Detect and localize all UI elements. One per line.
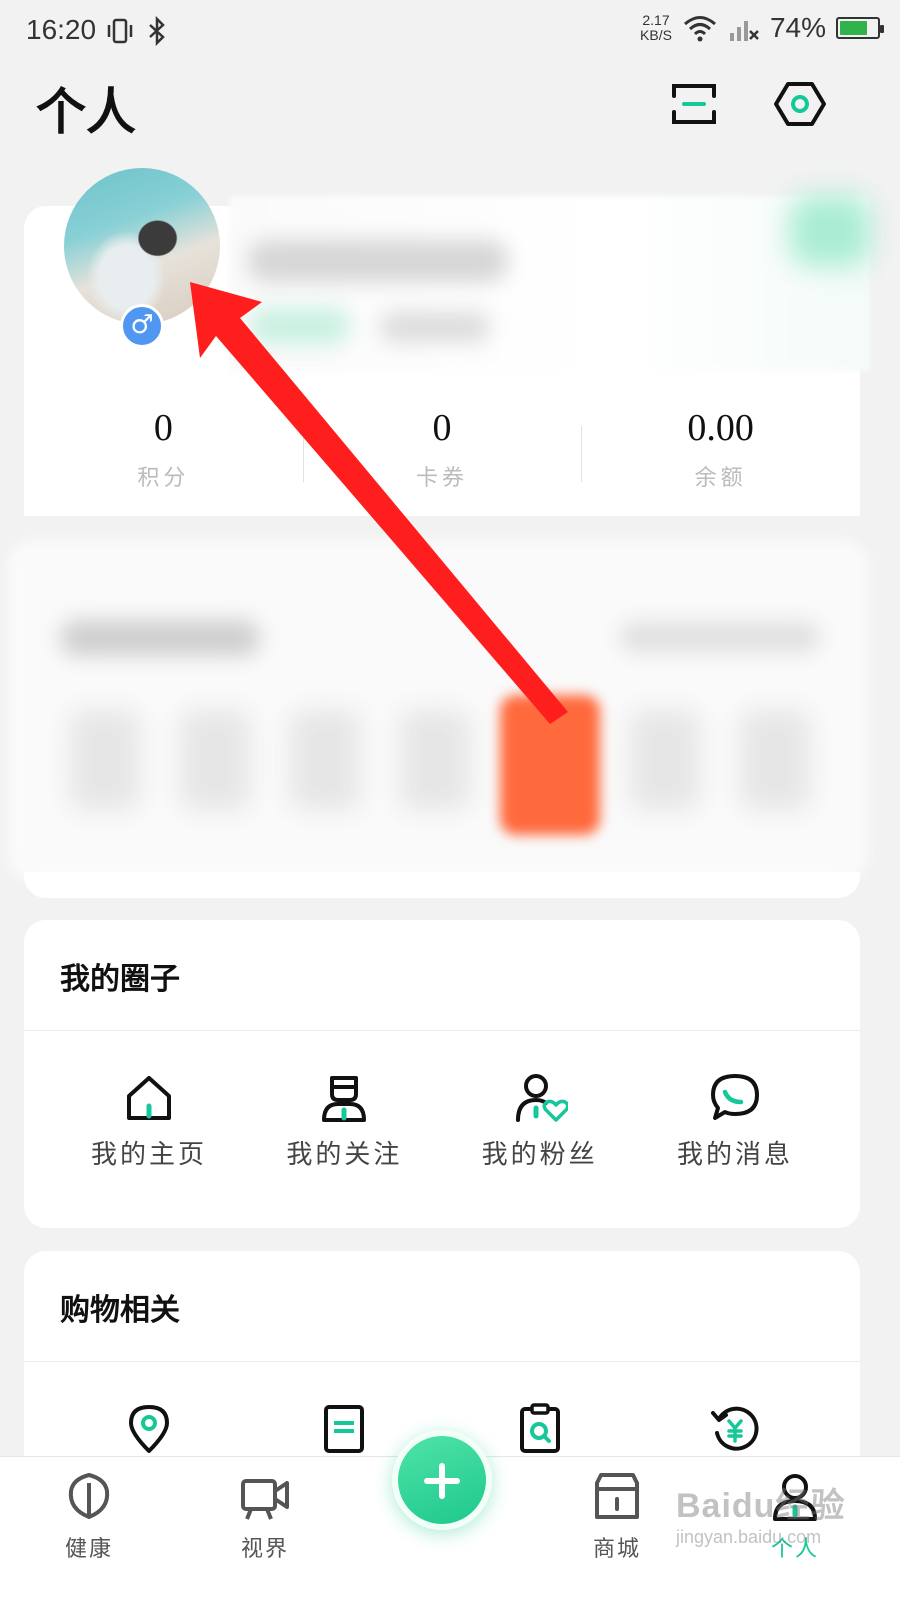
add-button[interactable]	[392, 1430, 492, 1530]
stat-points[interactable]: 0 积分	[24, 400, 303, 500]
follow-icon	[322, 1076, 367, 1122]
leaf-icon	[68, 1473, 110, 1519]
nav-vision[interactable]: 视界	[210, 1469, 320, 1563]
my-fans-button[interactable]: 我的粉丝	[455, 1070, 625, 1171]
status-time: 16:20	[26, 14, 97, 45]
my-messages-button[interactable]: 我的消息	[650, 1070, 820, 1171]
blurred-cell	[70, 710, 140, 810]
gender-male-icon: ♂	[120, 304, 164, 348]
store-icon	[595, 1473, 639, 1519]
battery-icon	[836, 17, 884, 39]
blurred-cell	[290, 710, 360, 810]
stat-balance[interactable]: 0.00 余额	[581, 400, 860, 500]
bluetooth-icon	[149, 16, 165, 46]
video-camera-icon	[241, 1479, 289, 1520]
location-icon	[129, 1405, 169, 1453]
my-follows-button[interactable]: 我的关注	[259, 1070, 429, 1171]
blurred-card-title	[60, 620, 260, 656]
avatar[interactable]	[64, 168, 220, 324]
fans-icon	[515, 1074, 568, 1122]
search-clipboard-icon	[519, 1403, 560, 1453]
net-speed: 2.17 KB/S	[640, 12, 672, 43]
divider	[24, 1361, 860, 1362]
vibrate-icon	[107, 18, 133, 44]
status-bar: 16:20 2.17 KB/S 74%	[0, 0, 900, 62]
blurred-info-tag	[380, 312, 490, 342]
blurred-cell	[400, 710, 470, 810]
blurred-cell	[180, 710, 250, 810]
blurred-profile-info	[230, 196, 870, 371]
nav-health[interactable]: 健康	[34, 1469, 144, 1563]
blurred-corner-badge	[790, 196, 870, 266]
settings-icon[interactable]	[774, 78, 826, 130]
blurred-card-link	[620, 622, 820, 652]
section-title: 我的圈子	[60, 962, 180, 997]
battery-fill	[840, 21, 867, 35]
stats-row: 0 积分 0 卡券 0.00 余额	[24, 400, 860, 500]
my-homepage-button[interactable]: 我的主页	[64, 1070, 234, 1171]
divider	[24, 1030, 860, 1031]
blurred-cell	[630, 710, 700, 810]
nav-mall[interactable]: 商城	[562, 1469, 672, 1563]
stat-coupons[interactable]: 0 卡券	[302, 400, 582, 500]
blurred-username	[248, 240, 508, 282]
section-title: 购物相关	[60, 1293, 180, 1328]
order-icon	[324, 1405, 365, 1453]
refund-icon	[710, 1406, 759, 1451]
blurred-cell	[740, 710, 810, 810]
wifi-icon	[683, 16, 716, 42]
battery-percent: 74%	[769, 12, 826, 43]
circle-section: 我的圈子 我的主页 我的关注 我的粉丝 我的消息	[24, 920, 860, 1228]
scan-icon[interactable]	[668, 78, 720, 130]
blurred-promo-cell	[500, 695, 600, 835]
signal-icon	[729, 21, 759, 41]
card-bottom-edge	[24, 872, 860, 898]
watermark: Baidu经验 jingyan.baidu.com	[676, 1487, 846, 1547]
home-icon	[127, 1076, 171, 1120]
message-icon	[710, 1074, 759, 1120]
page-title: 个人	[36, 82, 136, 141]
blurred-level-tag	[250, 308, 350, 344]
